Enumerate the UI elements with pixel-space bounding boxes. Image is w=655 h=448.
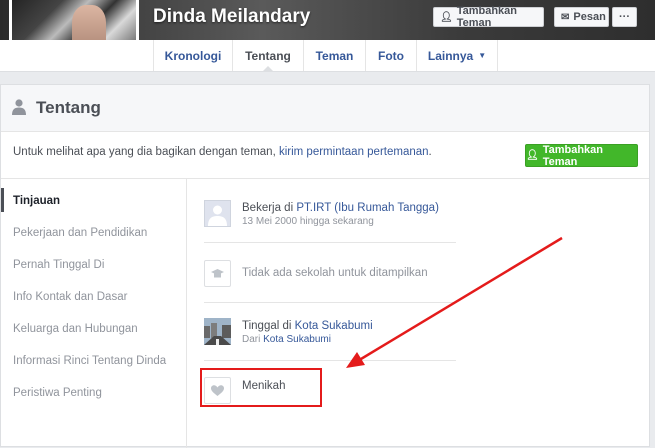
sidebar-item-peristiwa[interactable]: Peristiwa Penting [13, 387, 102, 399]
add-friend-button-label: Tambahkan Teman [542, 143, 604, 168]
graduation-cap-icon [211, 269, 224, 278]
about-card: Tentang Untuk melihat apa yang dia bagik… [0, 84, 650, 448]
active-indicator [1, 188, 4, 212]
workplace-icon[interactable] [204, 200, 231, 227]
sidebar-item-tinjauan[interactable]: Tinjauan [13, 195, 60, 207]
hometown-link[interactable]: Kota Sukabumi [263, 334, 331, 345]
tab-kronologi[interactable]: Kronologi [153, 40, 232, 71]
section-title: Tentang [36, 98, 101, 117]
add-friend-icon: 👤︎ [526, 150, 539, 161]
message-button[interactable]: ✉︎ Pesan [554, 7, 609, 27]
city-thumbnail[interactable] [204, 318, 231, 345]
tab-lainnya-label: Lainnya [427, 48, 474, 63]
hometown-prefix: Dari [242, 334, 264, 345]
education-icon-box [204, 260, 231, 287]
row-divider [204, 360, 456, 361]
about-sidebar: Tinjauan Pekerjaan dan Pendidikan Pernah… [1, 179, 187, 448]
work-prefix: Bekerja di [242, 202, 297, 214]
work-link[interactable]: PT.IRT (Ibu Rumah Tangga) [296, 202, 439, 214]
add-friend-button[interactable]: 👤︎ Tambahkan Teman [525, 143, 638, 168]
person-icon [12, 99, 26, 115]
send-friend-request-link[interactable]: kirim permintaan pertemanan [279, 146, 429, 158]
sidebar-item-pernah-tinggal[interactable]: Pernah Tinggal Di [13, 259, 104, 271]
notice-prefix: Untuk melihat apa yang dia bagikan denga… [13, 146, 279, 158]
workplace-placeholder-icon [205, 201, 230, 226]
message-icon: ✉︎ [561, 11, 570, 23]
annotation-highlight-box [200, 368, 322, 407]
more-options-button[interactable]: ··· [612, 7, 637, 27]
notice-suffix: . [428, 146, 432, 158]
city-photo-icon [204, 318, 231, 345]
row-divider [204, 302, 456, 303]
tab-tentang[interactable]: Tentang [232, 40, 303, 72]
add-friend-header-button[interactable]: 👤︎ Tambahkan Teman [433, 5, 544, 29]
add-friend-header-label: Tambahkan Teman [456, 5, 518, 29]
friend-request-notice: Untuk melihat apa yang dia bagikan denga… [13, 146, 432, 158]
tab-teman[interactable]: Teman [303, 40, 365, 71]
lives-prefix: Tinggal di [242, 320, 295, 332]
tab-foto[interactable]: Foto [365, 40, 416, 71]
lives-text: Tinggal di Kota Sukabumi [242, 320, 373, 332]
work-date: 13 Mei 2000 hingga sekarang [242, 216, 374, 227]
profile-nav: Kronologi Tentang Teman Foto Lainnya ▼ [0, 40, 655, 72]
education-empty-text: Tidak ada sekolah untuk ditampilkan [242, 267, 428, 279]
row-divider [204, 242, 456, 243]
sidebar-item-informasi-rinci[interactable]: Informasi Rinci Tentang Dinda [13, 355, 166, 367]
caret-down-icon: ▼ [478, 51, 487, 60]
hometown-text: Dari Kota Sukabumi [242, 334, 331, 345]
sidebar-item-keluarga[interactable]: Keluarga dan Hubungan [13, 323, 138, 335]
tab-lainnya[interactable]: Lainnya ▼ [416, 40, 498, 71]
profile-name[interactable]: Dinda Meilandary [153, 6, 310, 28]
work-text: Bekerja di PT.IRT (Ibu Rumah Tangga) [242, 202, 439, 214]
sidebar-item-pekerjaan[interactable]: Pekerjaan dan Pendidikan [13, 227, 147, 239]
add-friend-icon: 👤︎ [440, 11, 453, 23]
sidebar-item-info-kontak[interactable]: Info Kontak dan Dasar [13, 291, 127, 303]
about-card-header: Tentang [1, 85, 649, 132]
more-options-label: ··· [619, 11, 630, 23]
lives-city-link[interactable]: Kota Sukabumi [295, 320, 373, 332]
message-label: Pesan [573, 11, 606, 23]
